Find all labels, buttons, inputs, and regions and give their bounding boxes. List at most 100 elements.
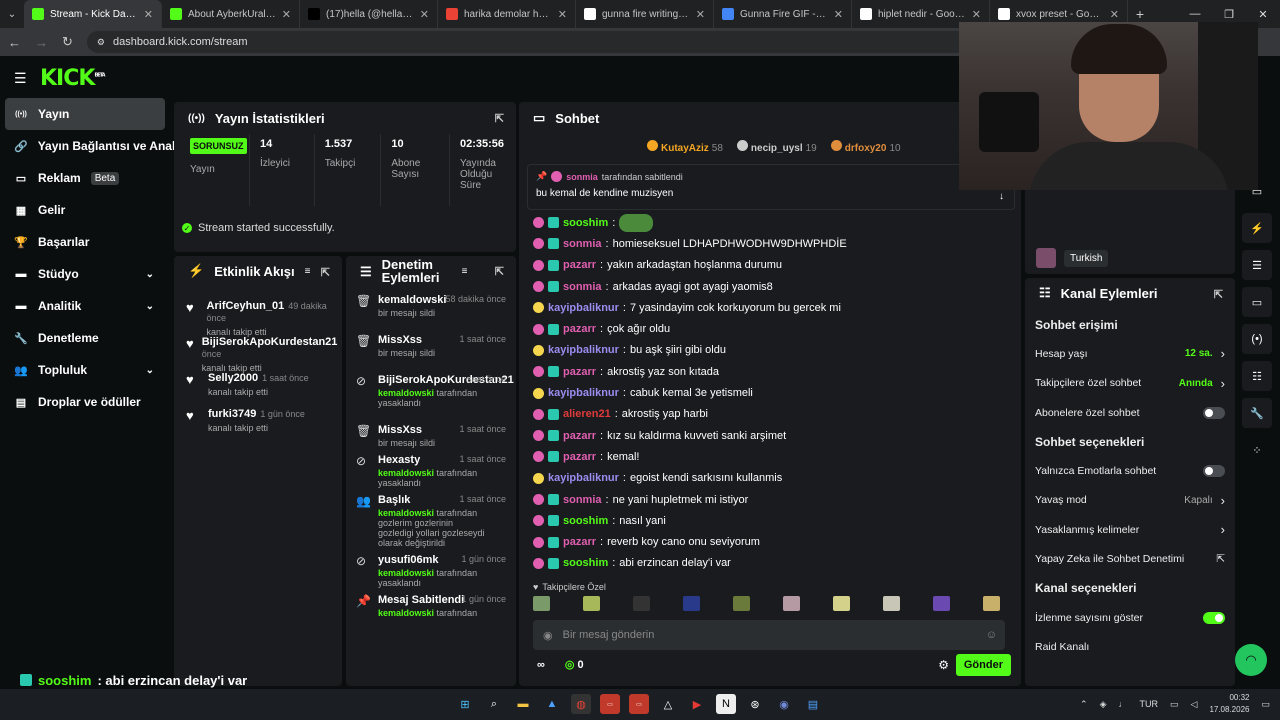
rail-wrench-icon[interactable]: 🔧	[1242, 398, 1272, 428]
chat-username[interactable]: pazarr	[563, 323, 596, 335]
popout-icon[interactable]: ⇱	[495, 112, 504, 125]
setting-row[interactable]: Hesap yaşı 12 sa. ›	[1025, 339, 1235, 368]
kick-logo[interactable]: KICKBETA	[40, 66, 106, 91]
chat-username[interactable]: pazarr	[563, 366, 596, 378]
setting-control[interactable]: 12 sa. ›	[1185, 346, 1225, 361]
browser-tab[interactable]: gunna fire writing - Goog ✕	[576, 0, 714, 28]
sidebar-item[interactable]: ▬ Analitik ⌄	[0, 290, 170, 322]
steam-icon[interactable]: ⊛	[745, 694, 765, 714]
rail-list-icon[interactable]: ☰	[1242, 250, 1272, 280]
notepad-icon[interactable]: ▤	[803, 694, 823, 714]
tab-close-icon[interactable]: ✕	[696, 8, 705, 21]
browser-tab[interactable]: About AyberkUral - Watch ✕	[162, 0, 300, 28]
chat-username[interactable]: kayipbaliknur	[548, 472, 619, 484]
infinity-icon[interactable]: ∞	[537, 659, 545, 671]
setting-row[interactable]: İzlenme sayısını göster	[1025, 603, 1235, 632]
sidebar-item[interactable]: ▬ Stüdyo ⌄	[0, 258, 170, 290]
tray-game-icon[interactable]: ◈	[1100, 699, 1107, 710]
app-icon[interactable]: △	[658, 694, 678, 714]
setting-control[interactable]	[1203, 465, 1225, 478]
emote-icon[interactable]	[983, 596, 1000, 611]
moderator-name[interactable]: kemaldowski	[378, 388, 434, 398]
chrome-icon[interactable]: ◍	[571, 694, 591, 714]
back-icon[interactable]: ←	[8, 35, 21, 50]
tray-network-icon[interactable]: ▭	[1170, 699, 1179, 710]
site-info-icon[interactable]: ⚙	[97, 37, 105, 48]
emote-icon[interactable]	[683, 596, 700, 611]
tray-mic-icon[interactable]: ♩	[1119, 699, 1128, 709]
chat-username[interactable]: sooshim	[563, 557, 608, 569]
chat-username[interactable]: pazarr	[563, 430, 596, 442]
emote-icon[interactable]	[583, 596, 600, 611]
gifter[interactable]: KutayAziz 58	[647, 140, 723, 154]
chevron-down-icon[interactable]: ⌄	[146, 365, 154, 376]
tab-search-icon[interactable]: ⌄	[0, 0, 24, 28]
language-indicator[interactable]: TUR	[1140, 699, 1159, 709]
chat-username[interactable]: sooshim	[563, 217, 608, 229]
chevron-down-icon[interactable]: ⌄	[146, 301, 154, 312]
sidebar-item[interactable]: ▤ Droplar ve ödüller	[0, 386, 170, 418]
chat-username[interactable]: sonmia	[563, 238, 602, 250]
tab-close-icon[interactable]: ✕	[282, 8, 291, 21]
tab-close-icon[interactable]: ✕	[144, 8, 153, 21]
emote-icon[interactable]	[933, 596, 950, 611]
tab-close-icon[interactable]: ✕	[558, 8, 567, 21]
chat-username[interactable]: pazarr	[563, 451, 596, 463]
browser-tab[interactable]: (17)hella (@hellatheluv) | ✕	[300, 0, 438, 28]
browser-tab[interactable]: Gunna Fire GIF - Gunna F ✕	[714, 0, 852, 28]
setting-control[interactable]: ⇱	[1216, 553, 1225, 565]
chat-username[interactable]: sooshim	[563, 515, 608, 527]
emote-icon[interactable]	[833, 596, 850, 611]
setting-row[interactable]: Abonelere özel sohbet	[1025, 398, 1235, 427]
gifter[interactable]: necip_uysl 19	[736, 140, 817, 154]
tray-volume-icon[interactable]: ◁	[1191, 699, 1198, 710]
moderator-name[interactable]: kemaldowski	[378, 568, 434, 578]
emoji-icon[interactable]: ☺	[986, 629, 997, 641]
rail-bolt-icon[interactable]: ⚡	[1242, 213, 1272, 243]
toggle-switch[interactable]	[1203, 406, 1225, 419]
setting-control[interactable]: Kapalı ›	[1184, 493, 1225, 508]
reload-icon[interactable]: ↻	[62, 34, 73, 50]
browser-tab[interactable]: harika demolar hepsini de ✕	[438, 0, 576, 28]
tab-close-icon[interactable]: ✕	[834, 8, 843, 21]
notion-icon[interactable]: N	[716, 694, 736, 714]
tab-close-icon[interactable]: ✕	[420, 8, 429, 21]
mod-popout-icon[interactable]: ⇱	[495, 266, 504, 279]
emote-icon[interactable]	[533, 596, 550, 611]
setting-control[interactable]	[1203, 406, 1225, 419]
obs2-icon[interactable]: ▭	[629, 694, 649, 714]
moderator-name[interactable]: kemaldowski	[378, 468, 434, 478]
setting-row[interactable]: Yapay Zeka ile Sohbet Denetimi ⇱	[1025, 544, 1235, 573]
start-icon[interactable]: ⊞	[455, 694, 475, 714]
rail-chat-icon[interactable]: ▭	[1242, 287, 1272, 317]
tray-chevron-icon[interactable]: ⌃	[1080, 699, 1088, 710]
emote-icon[interactable]	[733, 596, 750, 611]
setting-control[interactable]: Anında ›	[1179, 376, 1225, 391]
chat-username[interactable]: pazarr	[563, 536, 596, 548]
clock[interactable]: 00:32 17.08.2026	[1209, 692, 1249, 716]
obs-icon[interactable]: ▭	[600, 694, 620, 714]
tab-close-icon[interactable]: ✕	[972, 8, 981, 21]
moderator-name[interactable]: kemaldowski	[378, 608, 434, 618]
setting-control[interactable]: ›	[1221, 522, 1225, 537]
moderator-name[interactable]: kemaldowski	[378, 508, 434, 518]
sidebar-item[interactable]: ▭ Reklam Beta	[0, 162, 170, 194]
activity-popout-icon[interactable]: ⇱	[321, 266, 330, 279]
sidebar-item[interactable]: ▦ Gelir	[0, 194, 170, 226]
setting-row[interactable]: Yasaklanmış kelimeler ›	[1025, 515, 1235, 544]
emote-icon[interactable]	[883, 596, 900, 611]
chat-username[interactable]: sonmia	[563, 281, 602, 293]
chat-settings-icon[interactable]: ⚙	[938, 658, 949, 672]
explorer-icon[interactable]: ▬	[513, 694, 533, 714]
emote-icon[interactable]	[783, 596, 800, 611]
pinned-by-user[interactable]: sonmia	[566, 172, 598, 182]
sidebar-item[interactable]: ((•)) Yayın	[5, 98, 165, 130]
browser-tab[interactable]: Stream - Kick Dashboard ✕	[24, 0, 162, 28]
setting-row[interactable]: Yalnızca Emotlarla sohbet	[1025, 456, 1235, 485]
media-icon[interactable]: ▶	[687, 694, 707, 714]
forward-icon[interactable]: →	[35, 35, 48, 50]
sidebar-item[interactable]: 🔗 Yayın Bağlantısı ve Anahtarı	[0, 130, 198, 162]
gifter[interactable]: drfoxy20 10	[830, 140, 901, 154]
support-chat-button[interactable]: ◠	[1235, 644, 1267, 676]
rail-dots-icon[interactable]: ⁘	[1242, 435, 1272, 465]
